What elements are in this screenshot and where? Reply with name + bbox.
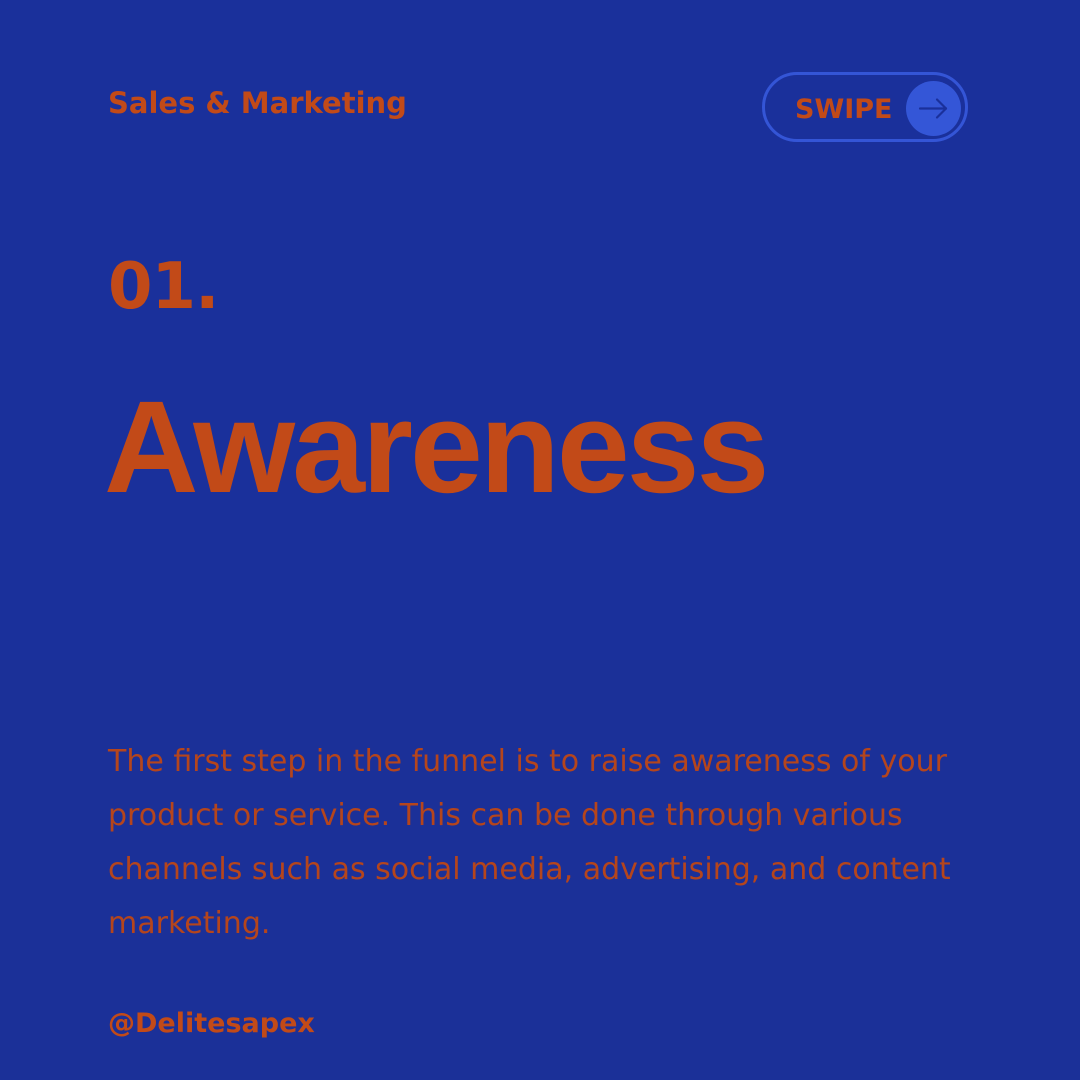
brand-label: Sales & Marketing [108,86,407,120]
slide-canvas: Sales & Marketing SWIPE 01. Awareness Th… [0,0,1080,1080]
social-handle: @Delitesapex [108,1008,315,1039]
swipe-button[interactable]: SWIPE [762,72,968,142]
step-description: The first step in the funnel is to raise… [108,744,951,941]
swipe-label: SWIPE [795,94,893,125]
step-title: Awareness [104,373,769,520]
step-number: 01. [108,250,219,324]
arrow-right-icon [906,81,961,136]
